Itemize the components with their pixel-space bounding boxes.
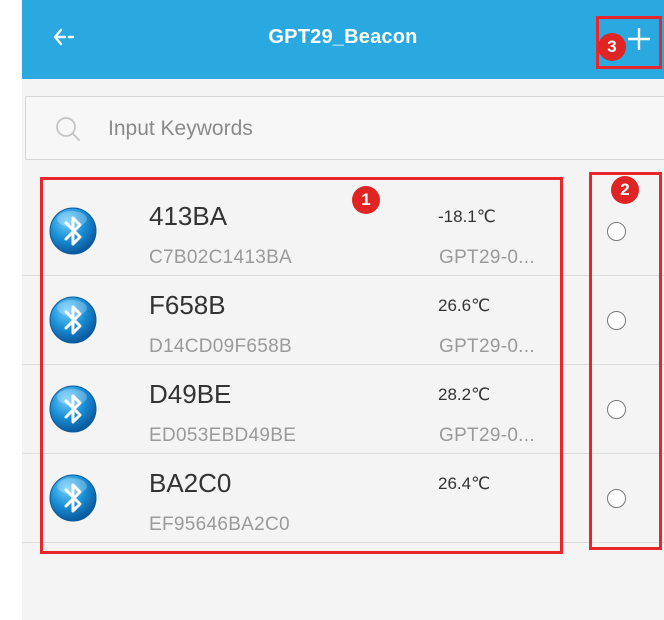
annotation-badge-2: 2 xyxy=(611,176,639,204)
search-icon xyxy=(56,117,80,141)
search-input[interactable] xyxy=(106,111,610,147)
annotation-box-list xyxy=(40,177,563,554)
annotation-badge-3: 3 xyxy=(598,33,626,61)
annotation-badge-1: 1 xyxy=(352,186,380,214)
page-title: GPT29_Beacon xyxy=(268,26,418,48)
search-bar xyxy=(25,96,664,160)
annotation-box-select xyxy=(589,172,662,550)
top-bar: GPT29_Beacon xyxy=(22,0,664,79)
